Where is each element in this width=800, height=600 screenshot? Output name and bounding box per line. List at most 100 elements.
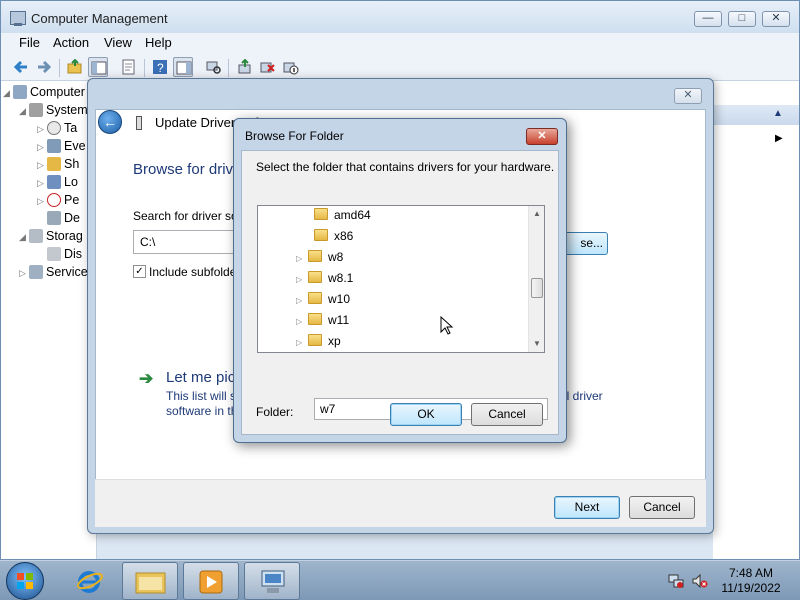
- collapse-up-icon[interactable]: ▲: [773, 108, 783, 119]
- folder-icon: [308, 313, 322, 325]
- cancel-button[interactable]: Cancel: [629, 496, 695, 519]
- windows-logo-icon: [17, 573, 33, 589]
- menu-help[interactable]: Help: [145, 35, 172, 50]
- media-player-icon: [199, 570, 223, 594]
- minimize-button[interactable]: —: [694, 11, 722, 27]
- include-subfolders-checkbox[interactable]: ✓: [133, 265, 146, 278]
- volume-muted-icon[interactable]: [692, 573, 708, 589]
- menu-view[interactable]: View: [104, 35, 132, 50]
- expand-triangle-icon[interactable]: ▷: [37, 142, 47, 153]
- folder-icon: [308, 334, 322, 346]
- menu-file[interactable]: File: [19, 35, 40, 50]
- taskbar-computer-management[interactable]: [244, 562, 300, 600]
- tree-item-performance[interactable]: ▷ Pe: [37, 193, 79, 211]
- close-button[interactable]: ✕: [762, 11, 790, 27]
- let-me-pick-description: This list will s: [166, 389, 237, 403]
- up-folder-icon[interactable]: [65, 57, 85, 77]
- folder-icon: [314, 208, 328, 220]
- taskbar-media-player[interactable]: [183, 562, 239, 600]
- collapse-triangle-icon[interactable]: ◢: [19, 106, 29, 117]
- collapse-triangle-icon[interactable]: ◢: [19, 232, 29, 243]
- update-driver-close-button[interactable]: ✕: [674, 88, 702, 104]
- update-driver-icon[interactable]: [235, 57, 255, 77]
- next-button[interactable]: Next: [554, 496, 620, 519]
- expand-triangle-icon[interactable]: ▷: [37, 196, 47, 207]
- taskbar-windows-explorer[interactable]: [122, 562, 178, 600]
- folder-item-xp[interactable]: ▷ xp: [296, 331, 341, 351]
- driver-path-input[interactable]: C:\: [133, 230, 243, 254]
- scan-hardware-icon[interactable]: [204, 57, 224, 77]
- tree-item-shared-folders[interactable]: ▷ Sh: [37, 157, 79, 175]
- expand-triangle-icon[interactable]: ▷: [19, 268, 29, 279]
- tree-item-task-scheduler[interactable]: ▷ Ta: [37, 121, 77, 139]
- expand-triangle-icon[interactable]: ▷: [296, 333, 308, 352]
- folder-item-x86[interactable]: x86: [302, 226, 353, 246]
- browse-folder-title: Browse For Folder: [245, 129, 344, 143]
- event-viewer-icon: [47, 139, 61, 153]
- browse-folder-close-button[interactable]: ✕: [526, 128, 558, 145]
- disable-device-icon[interactable]: [281, 57, 301, 77]
- folder-tree-scrollbar[interactable]: ▲ ▼: [528, 206, 544, 352]
- folder-icon: [308, 250, 322, 262]
- expand-triangle-icon[interactable]: ▷: [296, 249, 308, 269]
- help-icon[interactable]: ?: [150, 57, 170, 77]
- storage-icon: [29, 229, 43, 243]
- window-title: Computer Management: [31, 11, 168, 26]
- browse-for-folder-dialog: Browse For Folder ✕ Select the folder th…: [233, 118, 567, 443]
- folder-item-w11[interactable]: ▷ w11: [296, 310, 349, 330]
- folder-tree[interactable]: amd64 x86 ▷ w8 ▷ w8.1 ▷ w10 ▷ w11 ▷ xp ▲ ▼: [257, 205, 545, 353]
- expand-triangle-icon[interactable]: ▷: [37, 178, 47, 189]
- folder-item-w10[interactable]: ▷ w10: [296, 289, 350, 309]
- include-subfolders-label: Include subfolde: [149, 265, 237, 279]
- expand-triangle-icon[interactable]: ▷: [296, 291, 308, 311]
- folder-item-w8[interactable]: ▷ w8: [296, 247, 343, 267]
- start-button[interactable]: [6, 562, 44, 600]
- folder-item-amd64[interactable]: amd64: [302, 206, 371, 225]
- more-actions-arrow-icon[interactable]: ▶: [775, 133, 783, 144]
- browse-heading: Browse for driv: [133, 161, 234, 178]
- forward-arrow-icon[interactable]: [34, 57, 54, 77]
- back-arrow-button[interactable]: ←: [98, 110, 122, 134]
- scroll-up-icon[interactable]: ▲: [529, 206, 544, 222]
- tree-item-computer[interactable]: ◢ Computer: [3, 85, 85, 103]
- properties-icon[interactable]: [119, 57, 139, 77]
- folder-icon: [308, 292, 322, 304]
- expand-triangle-icon[interactable]: ▷: [37, 124, 47, 135]
- tree-item-local-users[interactable]: ▷ Lo: [37, 175, 78, 193]
- mouse-cursor-icon: [440, 316, 454, 335]
- show-hide-tree-icon[interactable]: [88, 57, 108, 77]
- console-tree: ◢ Computer ◢ System ▷ Ta ▷ Eve ▷ Sh ▷ Lo ▷ Pe D…: [1, 81, 97, 559]
- tree-item-disk-management[interactable]: Dis: [37, 247, 82, 265]
- toolbar: ?: [1, 53, 799, 81]
- ok-button[interactable]: OK: [390, 403, 462, 426]
- expand-triangle-icon[interactable]: ▷: [37, 160, 47, 171]
- back-arrow-icon[interactable]: [11, 57, 31, 77]
- maximize-button[interactable]: □: [728, 11, 756, 27]
- show-action-pane-icon[interactable]: [173, 57, 193, 77]
- tree-item-storage[interactable]: ◢ Storag: [19, 229, 83, 247]
- tree-item-system-tools[interactable]: ◢ System: [19, 103, 88, 121]
- cancel-button[interactable]: Cancel: [471, 403, 543, 426]
- tree-item-services[interactable]: ▷ Service: [19, 265, 88, 283]
- folder-item-w8-1[interactable]: ▷ w8.1: [296, 268, 353, 288]
- folder-icon: [308, 271, 322, 283]
- expand-triangle-icon[interactable]: ▷: [296, 270, 308, 290]
- scroll-thumb[interactable]: [531, 278, 543, 298]
- network-icon[interactable]: [668, 573, 684, 589]
- taskbar-internet-explorer[interactable]: [62, 562, 118, 600]
- menu-action[interactable]: Action: [53, 35, 89, 50]
- browse-folder-body: Select the folder that contains drivers …: [241, 150, 559, 435]
- uninstall-device-icon[interactable]: [258, 57, 278, 77]
- scroll-down-icon[interactable]: ▼: [529, 336, 544, 352]
- actions-header[interactable]: ▲: [713, 105, 799, 125]
- tree-item-event-viewer[interactable]: ▷ Eve: [37, 139, 86, 157]
- system-clock[interactable]: 7:48 AM 11/19/2022: [716, 566, 786, 596]
- toolbar-separator: [59, 59, 60, 77]
- tree-item-device-manager[interactable]: De: [37, 211, 80, 229]
- let-me-pick-link[interactable]: Let me pic: [166, 369, 235, 386]
- clock-icon: [47, 121, 61, 135]
- title-bar[interactable]: Computer Management — □ ✕: [1, 1, 799, 33]
- expand-triangle-icon[interactable]: ▷: [296, 312, 308, 332]
- collapse-triangle-icon[interactable]: ◢: [3, 88, 13, 99]
- device-manager-icon: [47, 211, 61, 225]
